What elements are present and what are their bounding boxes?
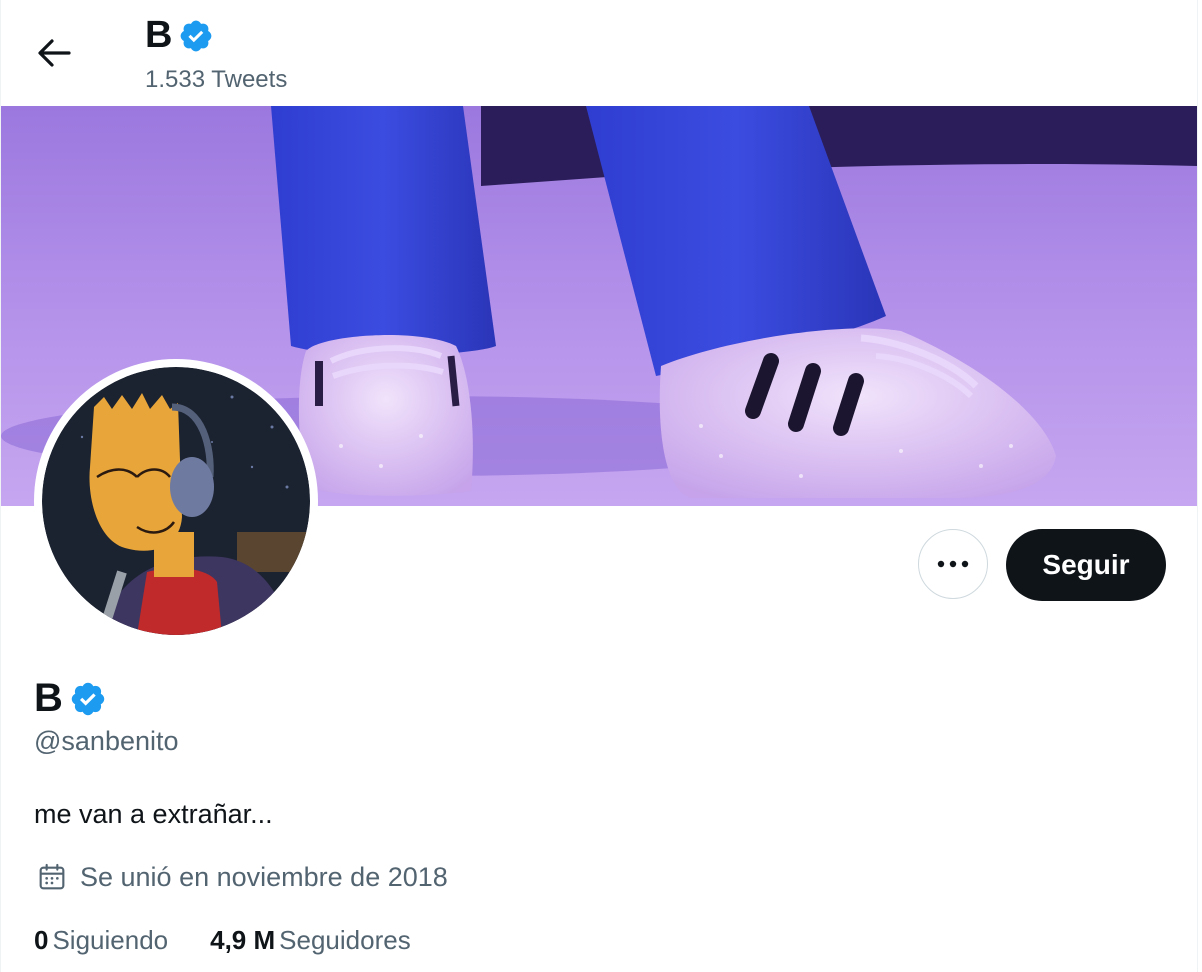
follow-stats: 0 Siguiendo 4,9 M Seguidores — [34, 925, 453, 956]
avatar[interactable] — [34, 359, 318, 643]
calendar-icon — [36, 861, 68, 893]
display-name-text: B — [34, 676, 63, 720]
avatar-image — [42, 367, 310, 635]
profile-bio: me van a extrañar... — [34, 799, 273, 829]
verified-badge-icon — [180, 20, 212, 51]
display-name: B — [34, 676, 107, 721]
followers-count: 4,9 M — [210, 925, 276, 955]
profile-page: B 1.533 Tweets Seguir B @sanbenito me va… — [0, 0, 1198, 972]
join-date-text: Se unió en noviembre de 2018 — [80, 861, 448, 892]
back-button[interactable] — [27, 28, 81, 78]
following-label: Siguiendo — [52, 925, 169, 955]
following-link[interactable]: 0 Siguiendo — [34, 925, 168, 956]
following-count: 0 — [34, 925, 49, 955]
profile-header: B 1.533 Tweets — [1, 0, 1197, 106]
join-date: Se unió en noviembre de 2018 — [36, 861, 448, 893]
header-name-text: B — [145, 14, 172, 56]
more-options-button[interactable] — [918, 529, 988, 599]
followers-link[interactable]: 4,9 M Seguidores — [210, 925, 411, 956]
arrow-left-icon — [38, 39, 71, 67]
followers-label: Seguidores — [279, 925, 411, 955]
username-handle: @sanbenito — [34, 726, 179, 756]
tweet-count: 1.533 Tweets — [145, 66, 288, 93]
follow-button[interactable]: Seguir — [1006, 529, 1166, 601]
ellipsis-icon — [937, 560, 969, 568]
header-name: B — [145, 14, 214, 57]
verified-badge-icon — [71, 682, 105, 715]
